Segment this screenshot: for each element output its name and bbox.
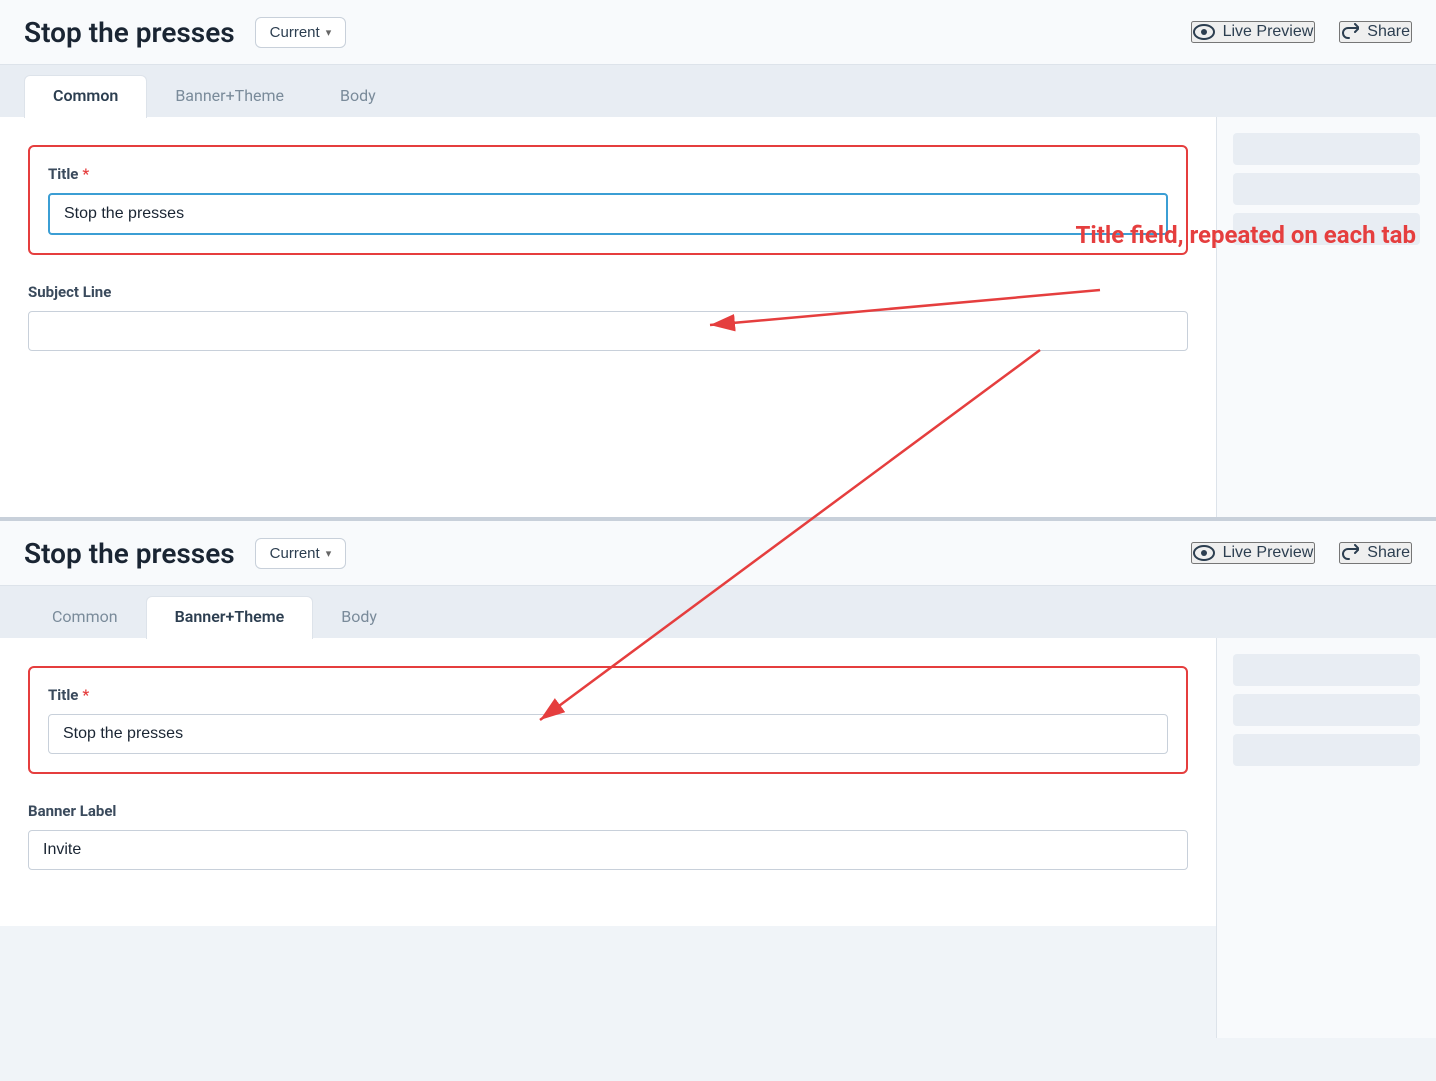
share-icon-bottom	[1341, 544, 1359, 562]
tab-banner-theme-bottom[interactable]: Banner+Theme	[146, 596, 314, 639]
tab-common-top[interactable]: Common	[24, 75, 147, 118]
bottom-sidebar-stub	[1216, 638, 1436, 1038]
title-input-top[interactable]	[48, 193, 1168, 235]
subject-line-input[interactable]	[28, 311, 1188, 351]
tabs-bar-bottom: Common Banner+Theme Body	[0, 586, 1436, 638]
bottom-form-main: Title * Banner Label	[0, 638, 1216, 1038]
tab-body-bottom[interactable]: Body	[313, 597, 405, 638]
title-section-box-bottom: Title *	[28, 666, 1188, 774]
bottom-panel-header: Stop the presses Current ▾ Live Preview	[0, 521, 1436, 586]
banner-label-field-group: Banner Label	[28, 802, 1188, 870]
live-preview-button-bottom[interactable]: Live Preview	[1191, 542, 1316, 564]
header-actions-bottom: Live Preview Share	[1191, 542, 1412, 564]
title-label-bottom: Title *	[48, 686, 1168, 704]
version-dropdown-bottom[interactable]: Current ▾	[255, 538, 347, 569]
page-title-top: Stop the presses	[24, 16, 235, 49]
subject-line-label: Subject Line	[28, 283, 1188, 301]
share-button-bottom[interactable]: Share	[1339, 542, 1412, 564]
eye-icon-top	[1193, 24, 1215, 40]
top-panel: Stop the presses Current ▾ Live Preview	[0, 0, 1436, 517]
top-sidebar-stub	[1216, 117, 1436, 517]
tabs-bar-top: Common Banner+Theme Body	[0, 65, 1436, 117]
sidebar-stub-item-1	[1233, 133, 1420, 165]
title-section-box-top: Title *	[28, 145, 1188, 255]
share-label-bottom: Share	[1367, 544, 1410, 562]
live-preview-label-bottom: Live Preview	[1223, 544, 1314, 562]
version-label-top: Current	[270, 24, 320, 41]
tab-common-bottom[interactable]: Common	[24, 597, 146, 638]
title-input-bottom[interactable]	[48, 714, 1168, 754]
bottom-sidebar-stub-item-3	[1233, 734, 1420, 766]
top-panel-body: Title * Subject Line	[0, 117, 1436, 517]
live-preview-button-top[interactable]: Live Preview	[1191, 21, 1316, 43]
chevron-down-icon-bottom: ▾	[326, 547, 332, 560]
title-field-group-top: Title *	[48, 165, 1168, 235]
version-dropdown-top[interactable]: Current ▾	[255, 17, 347, 48]
title-field-group-bottom: Title *	[48, 686, 1168, 754]
bottom-sidebar-stub-item-2	[1233, 694, 1420, 726]
annotation-text: Title field, repeated on each tab	[1076, 220, 1417, 251]
top-form-area: Title * Subject Line	[0, 117, 1216, 407]
version-label-bottom: Current	[270, 545, 320, 562]
top-form-main: Title * Subject Line	[0, 117, 1216, 517]
tab-banner-theme-top[interactable]: Banner+Theme	[147, 76, 312, 117]
bottom-panel-body: Title * Banner Label	[0, 638, 1436, 1038]
top-panel-header: Stop the presses Current ▾ Live Preview	[0, 0, 1436, 65]
sidebar-stub-item-2	[1233, 173, 1420, 205]
share-label-top: Share	[1367, 23, 1410, 41]
subject-line-field-group: Subject Line	[28, 283, 1188, 351]
title-required-star-bottom: *	[82, 686, 89, 704]
chevron-down-icon-top: ▾	[326, 26, 332, 39]
live-preview-label-top: Live Preview	[1223, 23, 1314, 41]
tab-body-top[interactable]: Body	[312, 76, 404, 117]
banner-label-input[interactable]	[28, 830, 1188, 870]
header-actions-top: Live Preview Share	[1191, 21, 1412, 43]
eye-icon-bottom	[1193, 545, 1215, 561]
title-required-star-top: *	[82, 165, 89, 183]
panels-container: Title field, repeated on each tab Stop t…	[0, 0, 1436, 1038]
bottom-form-area: Title * Banner Label	[0, 638, 1216, 926]
share-button-top[interactable]: Share	[1339, 21, 1412, 43]
page-title-bottom: Stop the presses	[24, 537, 235, 570]
bottom-sidebar-stub-item-1	[1233, 654, 1420, 686]
title-label-top: Title *	[48, 165, 1168, 183]
bottom-panel: Stop the presses Current ▾ Live Preview	[0, 517, 1436, 1038]
banner-label-label: Banner Label	[28, 802, 1188, 820]
share-icon-top	[1341, 23, 1359, 41]
